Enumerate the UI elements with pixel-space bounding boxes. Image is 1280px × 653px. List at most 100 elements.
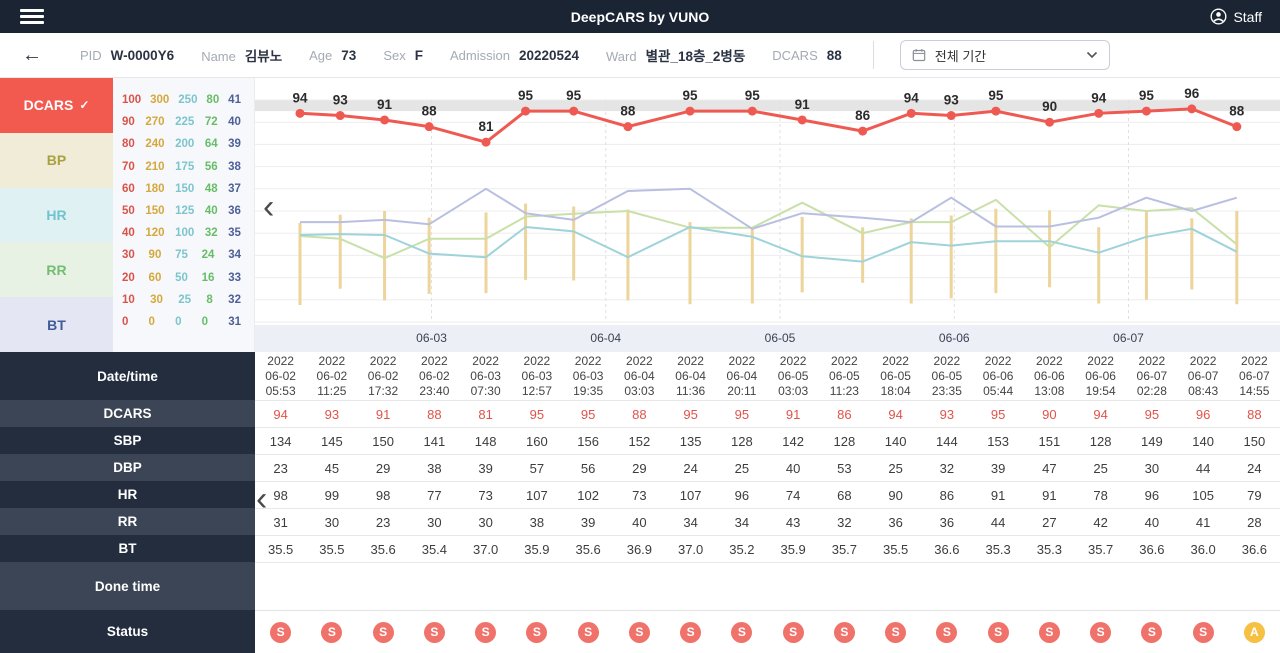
bt-cell: 35.9	[511, 535, 562, 562]
datetime-line: 14:55	[1239, 384, 1269, 399]
axis-scale-row: 902702257240	[113, 111, 254, 133]
status-badge-a: A	[1244, 622, 1265, 643]
table-row-rr: RR31302330303839403434433236364427424041…	[0, 508, 1280, 535]
back-arrow-icon[interactable]: ←	[22, 44, 42, 67]
status-badge-s: S	[1193, 622, 1214, 643]
bt-cell: 35.7	[1075, 535, 1126, 562]
status-badge-s: S	[321, 622, 342, 643]
sbp-cell: 144	[921, 427, 972, 454]
status-badge-s: S	[1039, 622, 1060, 643]
hr-cell: 102	[563, 481, 614, 508]
hr-cell: 96	[1126, 481, 1177, 508]
status-cell: A	[1229, 610, 1280, 653]
sbp-cell: 153	[973, 427, 1024, 454]
table-row-hr: HR98999877731071027310796746890869191789…	[0, 481, 1280, 508]
datetime-line: 11:36	[676, 384, 705, 399]
param-tab-hr[interactable]: HR	[0, 188, 113, 243]
status-badge-s: S	[1141, 622, 1162, 643]
axis-scale-row: 2060501633	[113, 267, 254, 289]
dcars-point	[685, 107, 694, 116]
rr-cell: 41	[1178, 508, 1229, 535]
done-time-cell	[1075, 562, 1126, 610]
trend-chart: 9493918881959588959591869493959094959688…	[255, 78, 1280, 352]
axis-scale-value: 34	[228, 249, 241, 261]
status-cell: S	[409, 610, 460, 653]
chart-prev-chevron-icon[interactable]: ‹	[263, 190, 274, 224]
datetime-line: 06-02	[317, 369, 348, 384]
datetime-line: 2022	[472, 354, 499, 369]
dcars-point-label: 95	[988, 88, 1004, 103]
row-label-status: Status	[0, 610, 255, 653]
axis-scale-value: 64	[205, 138, 218, 150]
param-tab-rr[interactable]: RR	[0, 242, 113, 297]
datetime-line: 12:57	[522, 384, 552, 399]
status-badge-s: S	[988, 622, 1009, 643]
axis-scale-value: 8	[206, 294, 212, 306]
param-tab-dcars[interactable]: DCARS✓	[0, 78, 113, 133]
dcars-cell: 90	[1024, 400, 1075, 427]
x-axis-day-label: 06-03	[416, 331, 447, 345]
param-tab-bt[interactable]: BT	[0, 297, 113, 352]
hr-cell: 77	[409, 481, 460, 508]
param-tab-label: HR	[46, 207, 66, 223]
axis-scale-row: 1003002508041	[113, 89, 254, 111]
vitals-table: Date/time202206-0205:53202206-0211:25202…	[0, 352, 1280, 653]
status-cell: S	[614, 610, 665, 653]
done-time-cell	[973, 562, 1024, 610]
sbp-cell: 152	[614, 427, 665, 454]
sbp-cell: 142	[768, 427, 819, 454]
axis-scale-value: 37	[228, 183, 241, 195]
datetime-line: 2022	[985, 354, 1012, 369]
dcars-point	[481, 138, 490, 147]
dcars-point-label: 81	[478, 119, 494, 134]
hr-cell: 78	[1075, 481, 1126, 508]
datetime-line: 06-07	[1188, 369, 1219, 384]
axis-scale-value: 35	[228, 227, 241, 239]
rr-cell: 42	[1075, 508, 1126, 535]
rr-cell: 38	[511, 508, 562, 535]
hr-cell: 74	[768, 481, 819, 508]
axis-scale-value: 48	[205, 183, 218, 195]
bt-cell: 35.3	[973, 535, 1024, 562]
status-badge-s: S	[783, 622, 804, 643]
dcars-point-label: 95	[1139, 88, 1155, 103]
sbp-cell: 134	[255, 427, 306, 454]
table-row-sbp: SBP1341451501411481601561521351281421281…	[0, 427, 1280, 454]
datetime-line: 2022	[1190, 354, 1217, 369]
dcars-cell: 95	[973, 400, 1024, 427]
datetime-line: 06-05	[829, 369, 860, 384]
table-prev-chevron-icon[interactable]: ‹	[256, 482, 267, 516]
dcars-point-label: 94	[292, 90, 308, 105]
datetime-line: 06-03	[470, 369, 501, 384]
hr-cell: 79	[1229, 481, 1280, 508]
user-menu[interactable]: Staff	[1210, 8, 1262, 25]
axis-scale-value: 90	[149, 249, 162, 261]
dcars-point	[947, 111, 956, 120]
status-cell: S	[1024, 610, 1075, 653]
period-select-dropdown[interactable]: 전체 기간	[900, 40, 1110, 70]
dcars-point	[858, 127, 867, 136]
status-cell: S	[460, 610, 511, 653]
hr-cell: 73	[614, 481, 665, 508]
axis-scale-value: 25	[178, 294, 191, 306]
datetime-line: 19:54	[1086, 384, 1116, 399]
param-tab-bp[interactable]: BP	[0, 133, 113, 188]
axis-scale-value: 200	[175, 138, 194, 150]
axis-scale-value: 32	[205, 227, 218, 239]
axis-scale-value: 38	[228, 161, 241, 173]
row-label-datetime: Date/time	[0, 352, 255, 400]
done-time-cell	[563, 562, 614, 610]
datetime-line: 06-02	[368, 369, 399, 384]
done-time-cell	[614, 562, 665, 610]
axis-scale-value: 125	[175, 205, 194, 217]
datetime-line: 23:40	[419, 384, 449, 399]
dcars-point-label: 95	[518, 88, 534, 103]
top-app-bar: DeepCARS by VUNO Staff	[0, 0, 1280, 33]
bt-cell: 37.0	[665, 535, 716, 562]
dcars-cell: 88	[409, 400, 460, 427]
axis-scale-value: 70	[122, 161, 135, 173]
dcars-point-label: 86	[855, 108, 871, 123]
hr-cell: 107	[511, 481, 562, 508]
datetime-line: 06-02	[419, 369, 450, 384]
x-axis-day-label: 06-06	[939, 331, 970, 345]
